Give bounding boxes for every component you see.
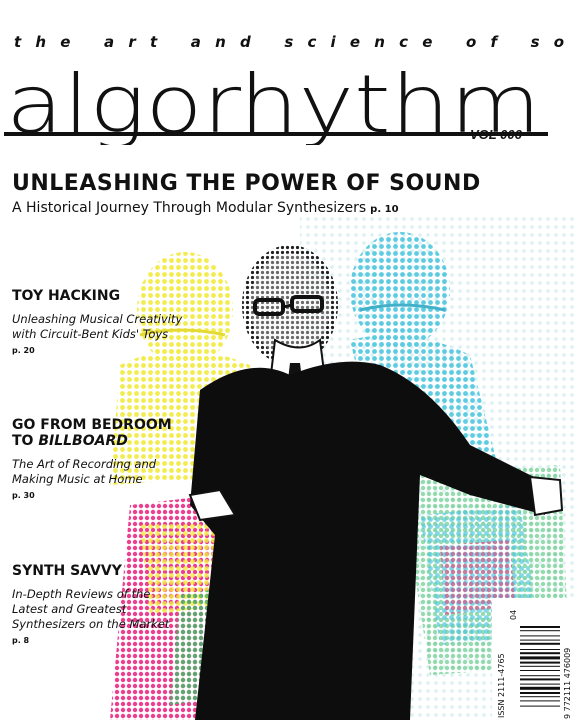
magazine-cover: the art and science of sound algorhythm … (0, 0, 575, 720)
logo-text: algorhythm (6, 58, 541, 145)
cover-subtitle: A Historical Journey Through Modular Syn… (12, 200, 367, 216)
story-page: p. 30 (12, 491, 35, 500)
story-bedroom-to-billboard: GO FROM BEDROOM TO BILLBOARD The Art of … (12, 417, 187, 500)
story-page: p. 20 (12, 346, 35, 355)
tagline: the art and science of sound (14, 33, 575, 51)
story-description: The Art of Recording and Making Music at… (12, 457, 157, 486)
barcode-issue: 04 (509, 610, 518, 620)
story-toy-hacking: TOY HACKING Unleashing Musical Creativit… (12, 288, 187, 355)
cover-subheadline: A Historical Journey Through Modular Syn… (12, 200, 399, 216)
story-description: Unleashing Musical Creativity with Circu… (12, 312, 183, 341)
story-title: GO FROM BEDROOM TO BILLBOARD (12, 417, 172, 449)
story-synth-savvy: SYNTH SAVVY In-Depth Reviews of the Late… (12, 563, 187, 645)
barcode-number: 9 772111 476009 (563, 648, 572, 719)
volume-label: VOL 006 (470, 127, 522, 142)
cover-headline: UNLEASHING THE POWER OF SOUND (12, 171, 481, 196)
story-title: TOY HACKING (12, 288, 121, 304)
story-description: In-Depth Reviews of the Latest and Great… (12, 587, 170, 631)
barcode-issn: ISSN 2111-4765 (497, 653, 506, 718)
story-page: p. 8 (12, 636, 30, 645)
barcode: ISSN 2111-4765 9 772111 476009 04 (492, 598, 575, 720)
cover-page-ref: p. 10 (370, 204, 399, 215)
story-title: SYNTH SAVVY (12, 563, 122, 579)
